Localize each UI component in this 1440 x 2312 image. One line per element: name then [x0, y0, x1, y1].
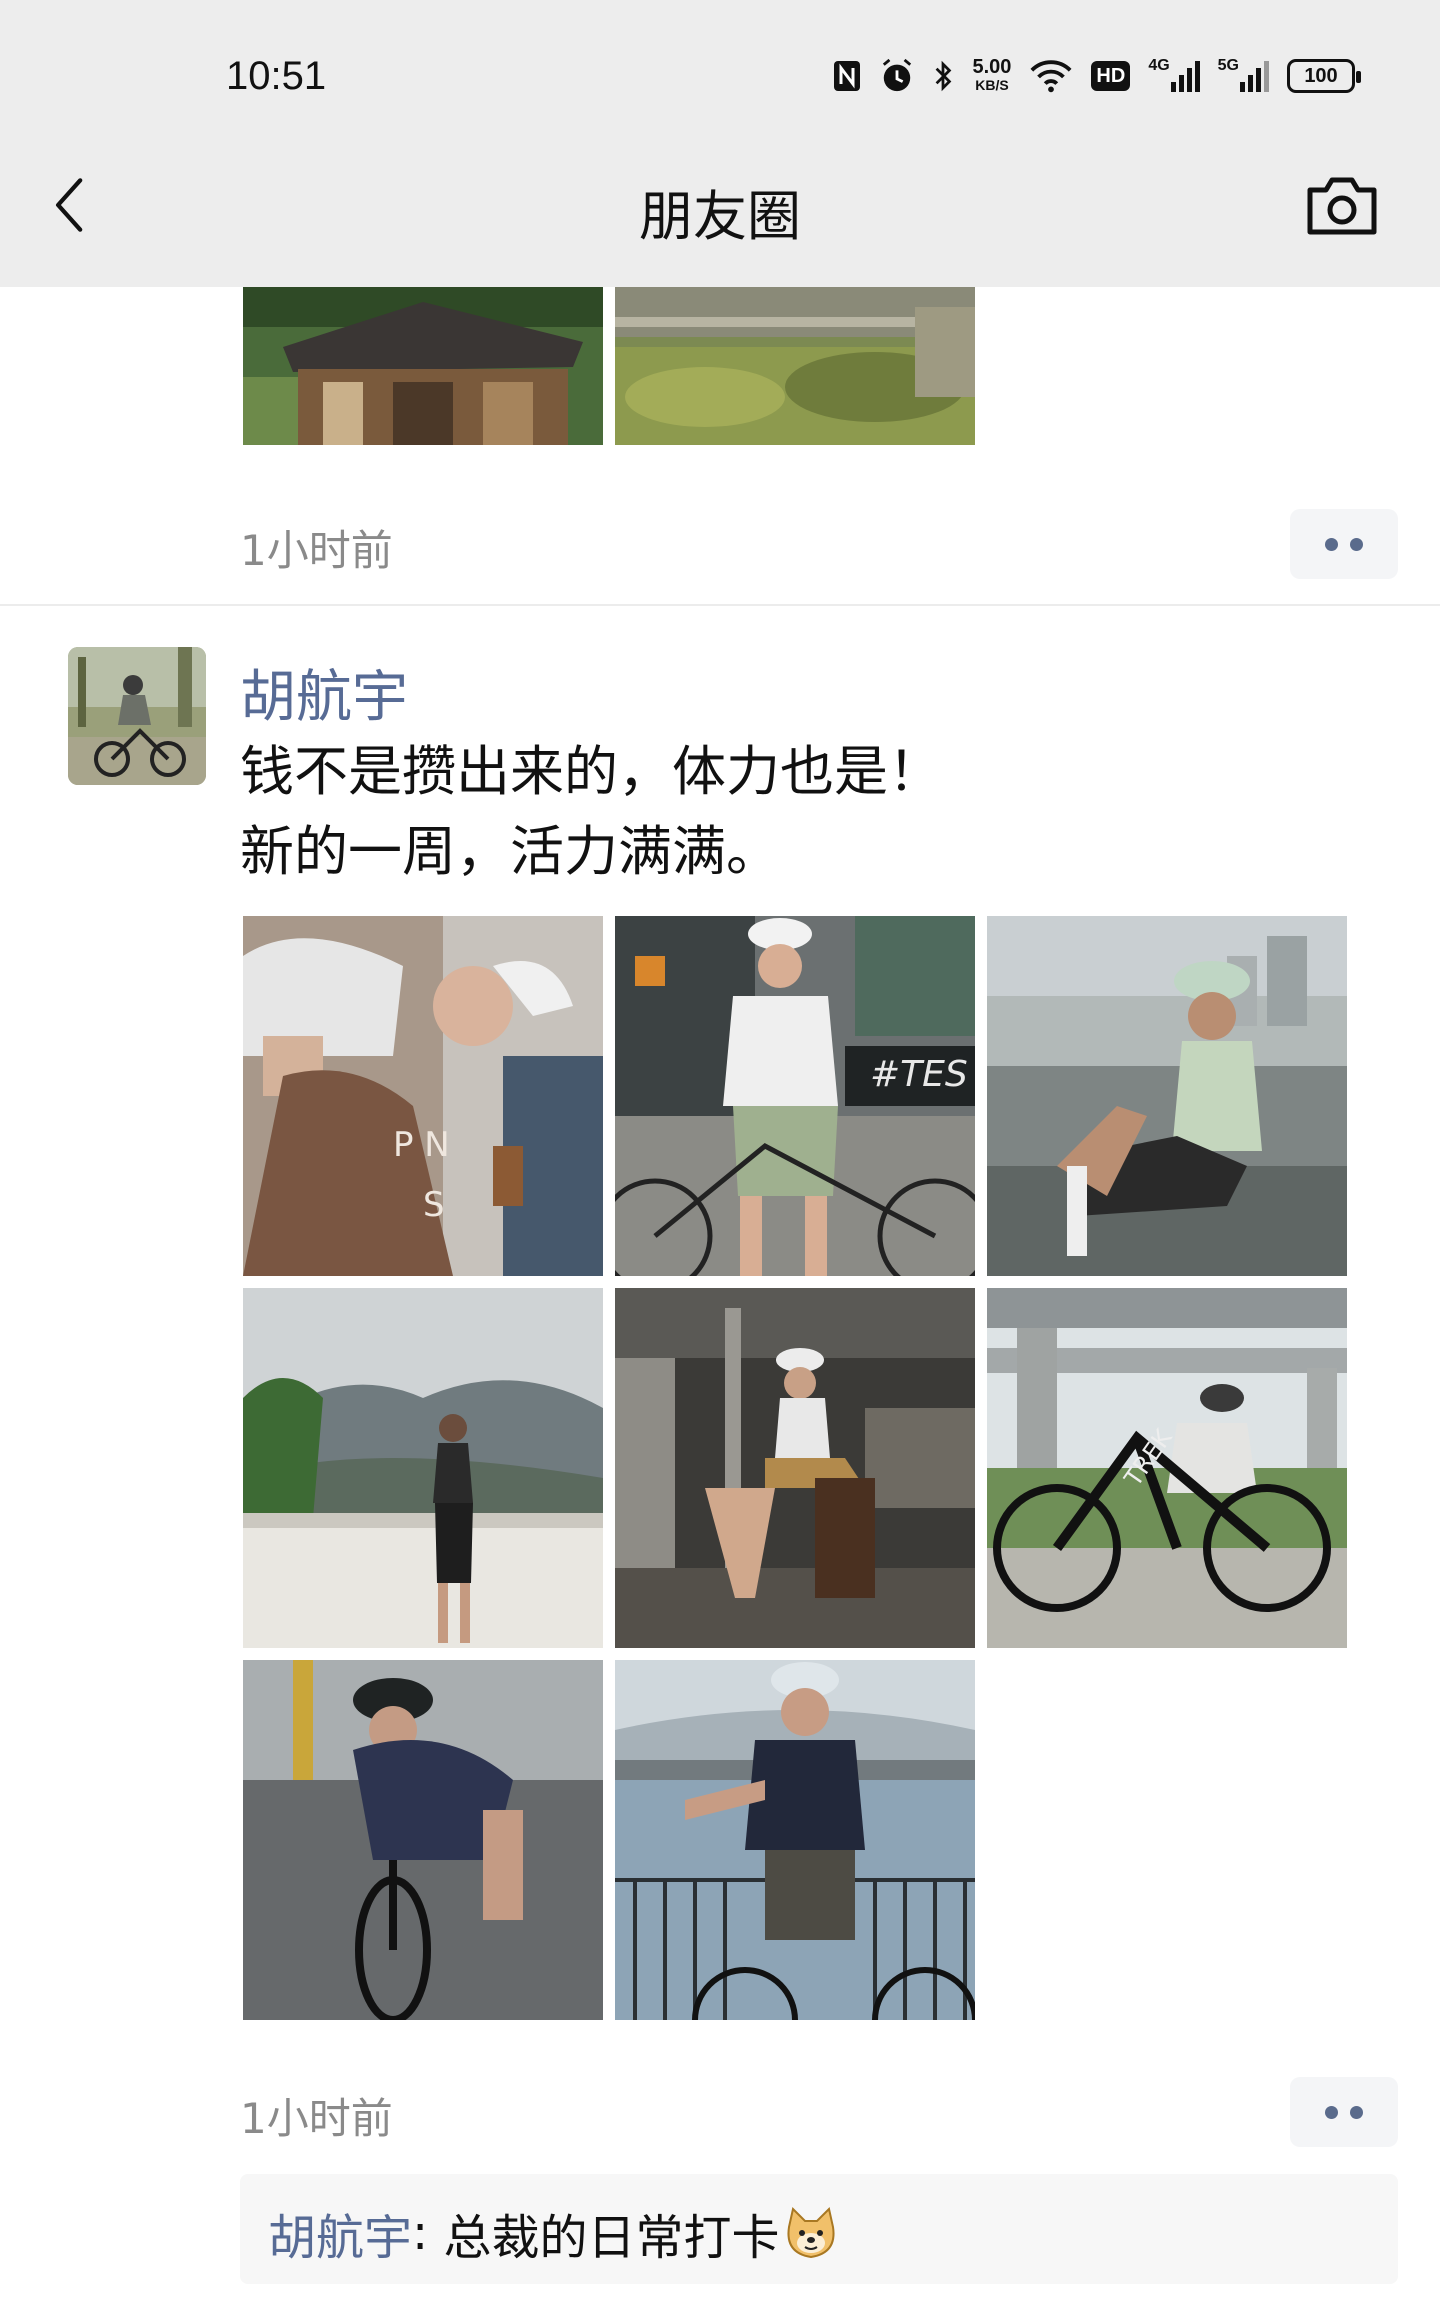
moments-page: 10:51 5.00 KB/S HD 4G 5G 100 朋友圈 1小时前 胡航… [0, 0, 1440, 2312]
moss-wall-photo[interactable] [615, 287, 975, 445]
post-text: 钱不是攒出来的，体力也是！ 新的一周，活力满满。 [240, 740, 942, 883]
cyclist-mountain-photo[interactable] [243, 1288, 603, 1648]
status-time: 10:51 [226, 54, 327, 98]
status-icons: 5.00 KB/S HD 4G 5G 100 [832, 56, 1361, 96]
svg-text:S: S [423, 1185, 445, 1225]
alarm-icon [880, 56, 914, 96]
more-button[interactable] [1290, 2077, 1398, 2147]
more-dot [1325, 537, 1338, 551]
cyclist-riverside-photo[interactable] [987, 916, 1347, 1276]
camera-icon [1307, 177, 1377, 235]
signal2-label: 5G [1217, 57, 1239, 74]
net-speed-unit: KB/S [975, 77, 1009, 93]
net-speed: 5.00 KB/S [972, 56, 1011, 96]
wifi-icon [1029, 56, 1073, 96]
battery-level: 100 [1304, 64, 1338, 87]
hd-badge: HD [1091, 61, 1131, 91]
doge-emoji-icon [787, 2207, 835, 2259]
net-speed-value: 5.00 [972, 56, 1012, 78]
signal-icon-4g: 4G [1148, 56, 1200, 96]
comment-author[interactable]: 胡航宇 [268, 2198, 412, 2268]
more-dot [1350, 2105, 1363, 2119]
signal1-label: 4G [1148, 57, 1170, 74]
more-dot [1350, 537, 1363, 551]
top-bar: 10:51 5.00 KB/S HD 4G 5G 100 朋友圈 [0, 0, 1440, 287]
previous-post-more-button[interactable] [1290, 509, 1398, 579]
comment[interactable]: 胡航宇: 总裁的日常打卡 [268, 2198, 841, 2268]
cyclist-riding-photo[interactable] [243, 1660, 603, 2020]
comment-separator: : [412, 2205, 444, 2261]
poster-name[interactable]: 胡航宇 [240, 652, 408, 733]
post-divider [0, 604, 1440, 606]
svg-text:#TES: #TES [870, 1054, 968, 1095]
cyclist-cafe-photo[interactable] [615, 1288, 975, 1648]
more-dot [1325, 2105, 1338, 2119]
building-photo[interactable] [243, 287, 603, 445]
cyclists-coffee-photo[interactable]: P N S [243, 916, 603, 1276]
comment-text: 总裁的日常打卡 [443, 2210, 780, 2266]
previous-post-time: 1小时前 [240, 526, 393, 575]
cyclist-bridge-photo[interactable]: TREK [987, 1288, 1347, 1648]
cyclist-shop-photo[interactable]: #TES [615, 916, 975, 1276]
bluetooth-icon [932, 56, 954, 96]
comment-box: 胡航宇: 总裁的日常打卡 [240, 2174, 1398, 2284]
nfc-icon [832, 56, 862, 96]
cyclist-railing-photo[interactable] [615, 1660, 975, 2020]
avatar[interactable] [68, 647, 206, 785]
post-time: 1小时前 [240, 2094, 393, 2143]
camera-button[interactable] [1302, 172, 1382, 240]
svg-text:P N: P N [393, 1125, 450, 1165]
page-title: 朋友圈 [639, 185, 801, 248]
battery-icon: 100 [1287, 59, 1361, 93]
signal-icon-5g: 5G [1218, 56, 1269, 96]
